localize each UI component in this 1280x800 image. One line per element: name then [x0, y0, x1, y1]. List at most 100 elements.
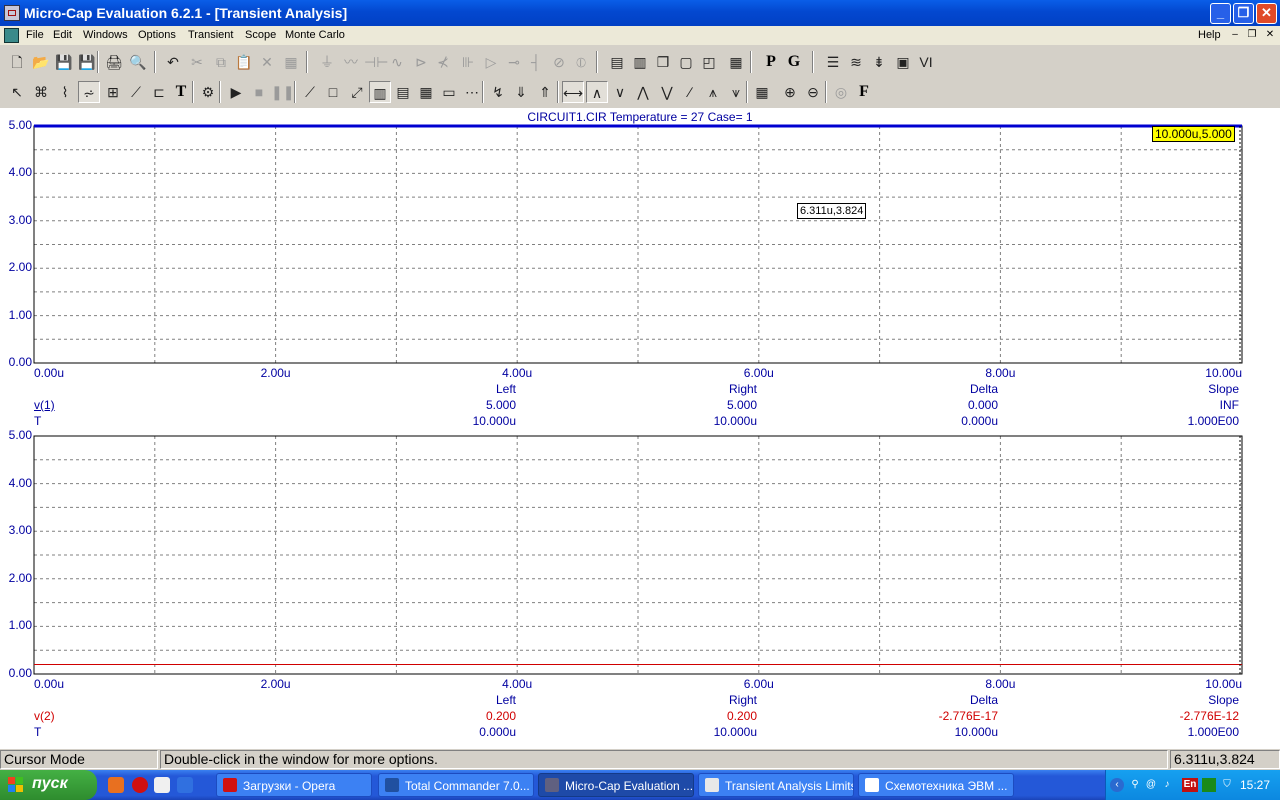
grid2-icon[interactable]: ▦ — [415, 81, 437, 103]
close-button[interactable]: ✕ — [1256, 3, 1277, 24]
p-button-icon[interactable]: P — [760, 51, 782, 73]
scale-icon[interactable]: ⟋ — [299, 81, 321, 103]
table-icon[interactable]: ▦ — [751, 81, 773, 103]
bus-icon[interactable]: ⊞ — [102, 81, 124, 103]
zoom-in-icon[interactable]: ⊕ — [779, 81, 801, 103]
cursor-high-icon[interactable]: ⇑ — [534, 81, 556, 103]
component-list-icon[interactable]: ☰ — [822, 51, 844, 73]
start-button[interactable]: пуск — [0, 770, 97, 800]
box-icon[interactable]: □ — [322, 81, 344, 103]
grid-icon[interactable]: ▥ — [369, 81, 391, 103]
minor-grid-icon[interactable]: ▤ — [392, 81, 414, 103]
f-button-icon[interactable]: F — [853, 81, 875, 103]
microcap-app-icon[interactable] — [4, 5, 20, 21]
inflection-icon[interactable]: ∕ — [679, 81, 701, 103]
select-all-icon[interactable]: ▦ — [280, 51, 302, 73]
taskbar-task[interactable]: Micro-Cap Evaluation ... — [538, 773, 694, 797]
global-high-icon[interactable]: ⩚ — [702, 81, 724, 103]
tray-shield-icon[interactable]: ⛉ — [1220, 778, 1234, 792]
new-file-icon[interactable]: 🗋 — [6, 51, 28, 73]
graph-icon[interactable]: ⌇ — [54, 81, 76, 103]
menu-edit[interactable]: Edit — [53, 29, 72, 41]
mail-icon[interactable] — [154, 777, 170, 793]
tile-vertical-icon[interactable]: ▥ — [629, 51, 651, 73]
cursor-peak-icon[interactable]: ↯ — [487, 81, 509, 103]
legend-icon[interactable]: ▭ — [438, 81, 460, 103]
battery-icon[interactable]: ⊪ — [457, 51, 479, 73]
taskbar-task[interactable]: Загрузки - Opera — [216, 773, 372, 797]
valley-icon[interactable]: ∨ — [609, 81, 631, 103]
undo-icon[interactable]: ↶ — [162, 51, 184, 73]
diode-icon[interactable]: ⊳ — [410, 51, 432, 73]
component-icon[interactable]: ⌘ — [30, 81, 52, 103]
wire-icon[interactable]: ┤ — [525, 51, 547, 73]
menu-monte-carlo[interactable]: Monte Carlo — [285, 29, 345, 41]
resistor-icon[interactable]: 〰 — [340, 51, 362, 73]
run-icon[interactable]: ▶ — [225, 81, 247, 103]
menu-windows[interactable]: Windows — [83, 29, 128, 41]
tray-network-icon[interactable]: ⚲ — [1128, 778, 1142, 792]
copy-icon[interactable]: ⧉ — [210, 51, 232, 73]
transistor-icon[interactable]: ⊀ — [432, 51, 454, 73]
pin-icon[interactable]: ⊸ — [503, 51, 525, 73]
source-icon[interactable]: ⊘ — [548, 51, 570, 73]
stepping-icon[interactable]: ⊏ — [148, 81, 170, 103]
cut-icon[interactable]: ✂ — [186, 51, 208, 73]
tray-antivirus-icon[interactable]: @ — [1144, 778, 1158, 792]
menu-transient[interactable]: Transient — [188, 29, 233, 41]
auto-scale-icon[interactable]: ⤢ — [346, 81, 368, 103]
low-icon[interactable]: ⋁ — [656, 81, 678, 103]
capacitor-icon[interactable]: ⊣⊢ — [364, 51, 388, 73]
tray-volume-icon[interactable]: ♪ — [1160, 778, 1174, 792]
current-source-icon[interactable]: ⦶ — [570, 51, 592, 73]
opamp-icon[interactable]: ▷ — [480, 51, 502, 73]
properties-icon[interactable]: ⚙ — [197, 81, 219, 103]
transient-analysis-plot[interactable]: CIRCUIT1.CIR Temperature = 27 Case= 1 5.… — [0, 108, 1280, 749]
tray-language-indicator[interactable]: En — [1182, 778, 1198, 792]
maximize-button[interactable]: ❐ — [1233, 3, 1254, 24]
cascade-icon[interactable]: ❐ — [652, 51, 674, 73]
mdi-minimize-button[interactable]: – — [1228, 29, 1242, 42]
menu-options[interactable]: Options — [138, 29, 176, 41]
window-icon[interactable]: ▢ — [675, 51, 697, 73]
paste-icon[interactable]: 📋 — [233, 51, 255, 73]
line-mode-icon[interactable]: ⟋ — [125, 81, 147, 103]
plot-canvas[interactable] — [0, 108, 1280, 749]
pause-icon[interactable]: ❚❚ — [271, 81, 294, 103]
window2-icon[interactable]: ◰ — [698, 51, 720, 73]
calculator-icon[interactable]: ▦ — [725, 51, 747, 73]
opera-icon[interactable] — [132, 777, 148, 793]
menu-scope[interactable]: Scope — [245, 29, 276, 41]
tokens-icon[interactable]: ⋯ — [461, 81, 483, 103]
waveform-icon[interactable]: ≋ — [845, 51, 867, 73]
taskbar-task[interactable]: Total Commander 7.0... — [378, 773, 534, 797]
global-low-icon[interactable]: ⩛ — [725, 81, 747, 103]
delete-icon[interactable]: ✕ — [256, 51, 278, 73]
cursor-valley-icon[interactable]: ⇓ — [510, 81, 532, 103]
menu-file[interactable]: File — [26, 29, 44, 41]
save-all-icon[interactable]: 💾 — [76, 51, 98, 73]
tray-app-icon[interactable] — [1202, 778, 1216, 792]
zoom-out-icon[interactable]: ⊖ — [802, 81, 824, 103]
ground-icon[interactable]: ⏚ — [316, 51, 338, 73]
vi-icon[interactable]: VI — [915, 51, 937, 73]
print-preview-icon[interactable]: 🔍 — [127, 51, 149, 73]
g-button-icon[interactable]: G — [783, 51, 805, 73]
high-icon[interactable]: ⋀ — [632, 81, 654, 103]
target-icon[interactable]: ◎ — [830, 81, 852, 103]
probe-icon[interactable]: ⇟ — [868, 51, 890, 73]
open-folder-icon[interactable]: 📂 — [30, 51, 52, 73]
tray-expand-icon[interactable]: ‹ — [1110, 778, 1124, 792]
mdi-restore-button[interactable]: ❐ — [1245, 29, 1259, 42]
select-arrow-icon[interactable]: ↖ — [6, 81, 28, 103]
menu-help[interactable]: Help — [1198, 29, 1221, 41]
wire-mode-icon[interactable]: ⩫ — [78, 81, 100, 103]
ie-icon[interactable] — [177, 777, 193, 793]
taskbar-task[interactable]: Transient Analysis Limits — [698, 773, 854, 797]
minimize-button[interactable]: _ — [1210, 3, 1231, 24]
mdi-close-button[interactable]: ✕ — [1263, 29, 1277, 42]
taskbar-task[interactable]: Схемотехника ЭВМ ... — [858, 773, 1014, 797]
save-icon[interactable]: 💾 — [53, 51, 75, 73]
peak-icon[interactable]: ∧ — [586, 81, 608, 103]
print-icon[interactable]: 🖨 — [103, 51, 125, 73]
